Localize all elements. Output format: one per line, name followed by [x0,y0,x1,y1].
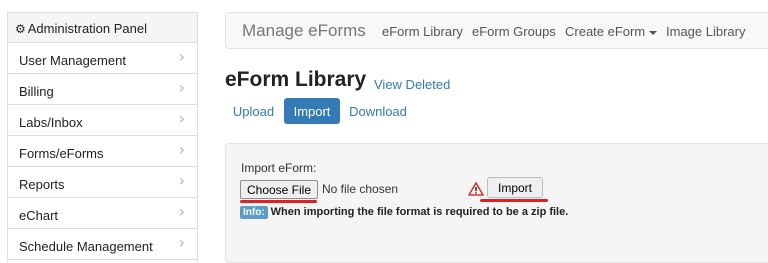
chevron-right-icon: › [178,47,185,66]
tab-upload[interactable]: Upload [225,98,282,124]
chevron-right-icon: › [178,233,185,252]
sidebar-item-forms-eforms[interactable]: Forms/eForms › [8,136,197,167]
sidebar-item-echart[interactable]: eChart › [8,198,197,229]
tab-download[interactable]: Download [344,98,412,124]
annotation-underline-choose-file [240,200,317,203]
chevron-right-icon: › [178,202,185,221]
gear-icon: ⚙ [15,22,26,36]
page-title: eForm Library [225,68,367,91]
nav-link-eform-library[interactable]: eForm Library [382,24,463,39]
nav-dropdown-label: Create eForm [565,24,646,39]
import-submit-button[interactable]: Import [487,177,543,198]
info-text: When importing the file format is requir… [270,206,569,218]
sidebar-item-user-management[interactable]: User Management › [8,43,197,74]
sidebar-header: ⚙ Administration Panel [8,13,197,43]
nav-link-eform-groups[interactable]: eForm Groups [472,24,556,39]
file-status-text: No file chosen [322,182,399,196]
sidebar-item-label: Reports [19,177,65,192]
sidebar-item-reports[interactable]: Reports › [8,167,197,198]
caret-down-icon [649,30,658,35]
chevron-right-icon: › [178,109,185,128]
sidebar-item-label: eChart [19,208,59,223]
nav-link-image-library[interactable]: Image Library [666,24,745,39]
info-badge: Info: [240,206,268,219]
tab-import[interactable]: Import [284,98,340,124]
navbar-brand[interactable]: Manage eForms [242,21,366,41]
choose-file-button[interactable]: Choose File [240,180,318,199]
sidebar-item-label: Billing [19,84,54,99]
annotation-underline-import [480,199,548,202]
import-eform-label: Import eForm: [241,161,317,175]
view-deleted-link[interactable]: View Deleted [374,77,450,92]
info-message: Info: When importing the file format is r… [240,206,568,219]
sidebar-item-label: Labs/Inbox [19,115,83,130]
sidebar-item-label: Forms/eForms [19,146,104,161]
warning-triangle-icon [468,182,484,196]
sidebar-item-billing[interactable]: Billing › [8,74,197,105]
sidebar-header-label: Administration Panel [27,21,147,36]
sidebar-item-labs-inbox[interactable]: Labs/Inbox › [8,105,197,136]
admin-sidebar: ⚙ Administration Panel User Management › … [7,12,198,262]
top-navbar: Manage eForms eForm Library eForm Groups… [225,12,768,49]
sidebar-item-schedule-management[interactable]: Schedule Management › [8,229,197,260]
chevron-right-icon: › [178,140,185,159]
nav-dropdown-create-eform[interactable]: Create eForm [565,24,658,39]
chevron-right-icon: › [178,171,185,190]
sidebar-item-label: User Management [19,53,126,68]
chevron-right-icon: › [178,78,185,97]
